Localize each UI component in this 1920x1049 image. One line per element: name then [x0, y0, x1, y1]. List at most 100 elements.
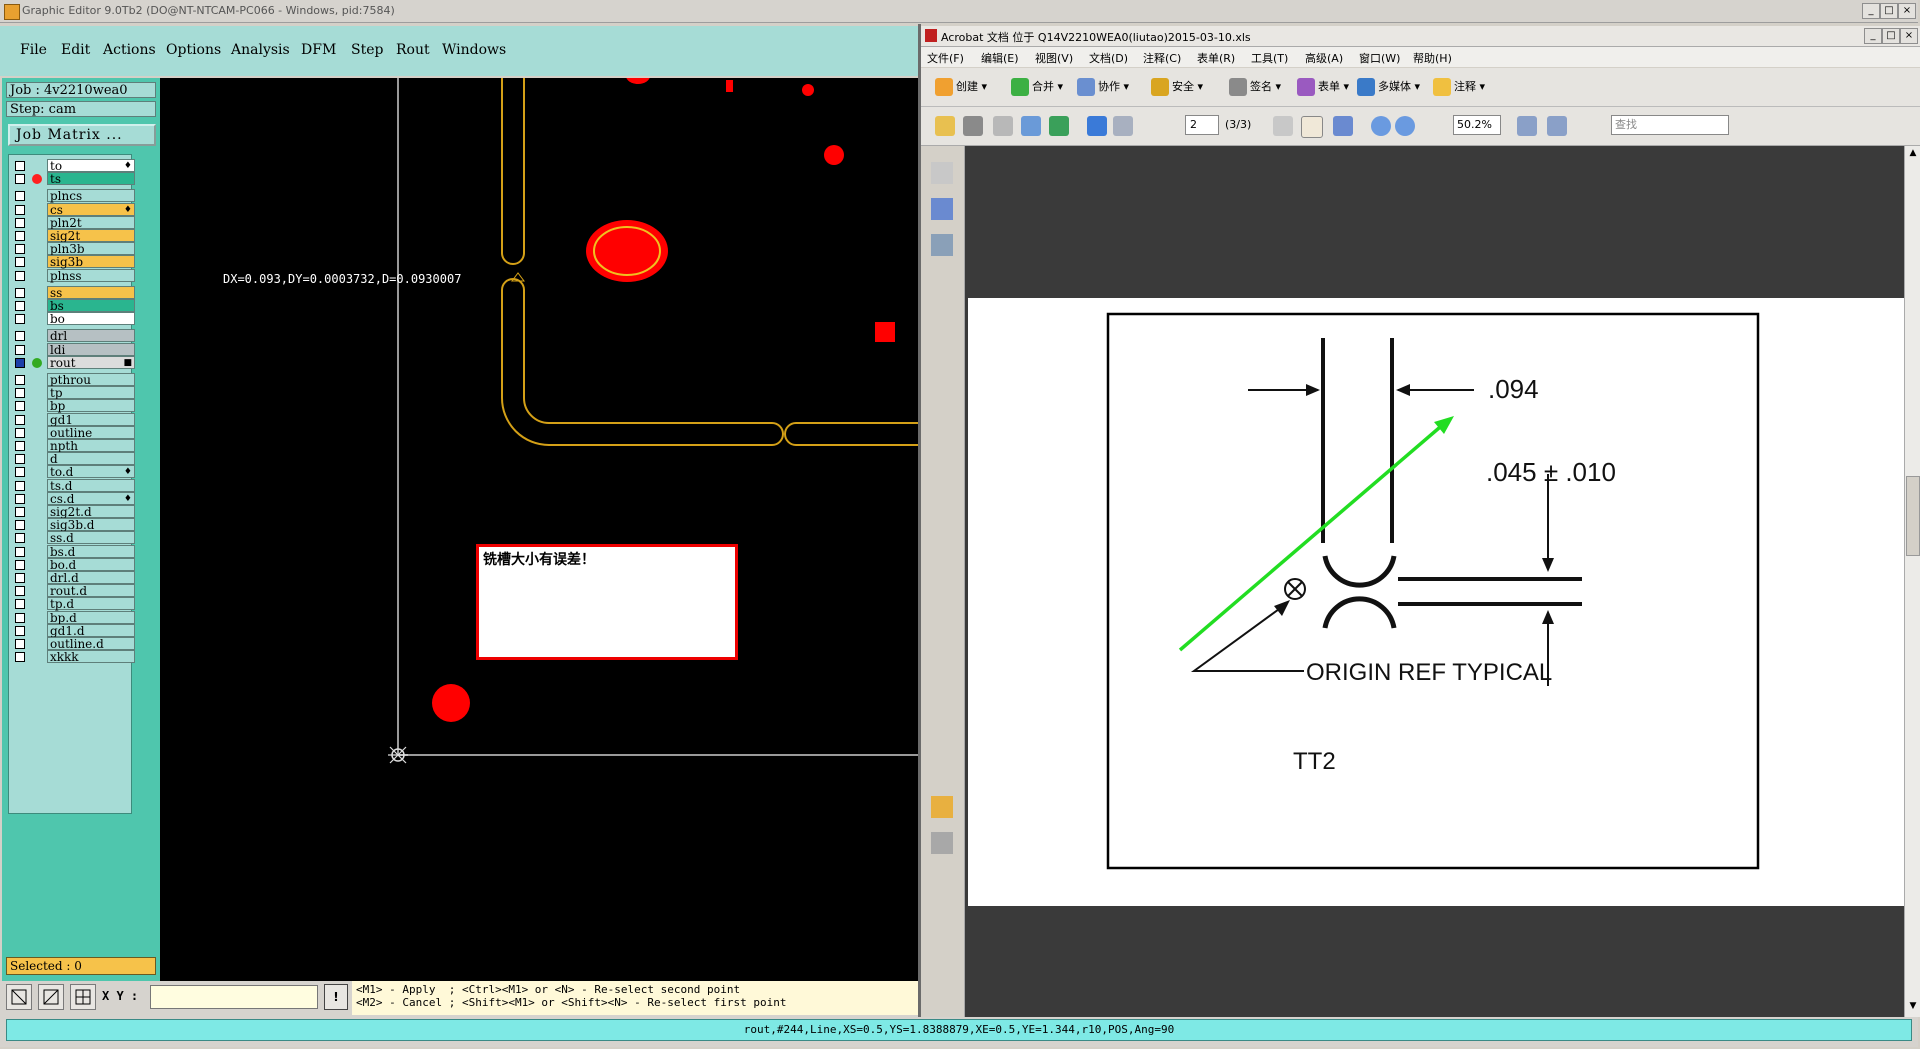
layer-checkbox[interactable] [15, 520, 25, 531]
hand-tool-icon[interactable] [1301, 116, 1323, 138]
acro-menu-file[interactable]: 文件(F) [927, 50, 964, 66]
maximize-icon[interactable]: □ [1880, 3, 1898, 19]
layer-checkbox[interactable] [15, 533, 25, 544]
layer-checkbox[interactable] [15, 480, 25, 491]
layer-row-rout[interactable]: rout ■ [11, 355, 137, 370]
cad-canvas[interactable]: DX=0.093,DY=0.0003732,D=0.0930007 铣槽大小有误… [160, 78, 918, 981]
pages-panel-icon[interactable] [931, 162, 953, 184]
job-matrix-button[interactable]: Job Matrix ... [8, 124, 156, 146]
layer-name[interactable]: ss.d [47, 531, 135, 545]
layer-checkbox[interactable] [15, 559, 25, 570]
layer-checkbox[interactable] [15, 454, 25, 465]
layer-row-pthrou[interactable]: pthrou [11, 373, 137, 387]
layer-name[interactable]: bp [47, 399, 135, 413]
acro-menu-edit[interactable]: 编辑(E) [981, 50, 1019, 66]
layer-row-pln2t[interactable]: pln2t [11, 215, 137, 230]
pdf-vertical-scrollbar[interactable]: ▲ ▼ [1904, 146, 1920, 1017]
acro-menu-document[interactable]: 文档(D) [1089, 50, 1128, 66]
layer-name[interactable]: bp.d [47, 610, 135, 624]
layer-row-outline[interactable]: outline [11, 425, 137, 440]
menu-actions[interactable]: Actions [103, 42, 156, 58]
layer-row-ts[interactable]: ts [11, 172, 137, 186]
next-page-icon[interactable] [1113, 116, 1133, 136]
acro-menu-tools[interactable]: 工具(T) [1251, 50, 1288, 66]
menu-analysis[interactable]: Analysis [231, 42, 290, 58]
layer-name[interactable]: plncs [47, 189, 135, 203]
attachments-panel-icon[interactable] [931, 832, 953, 854]
layer-checkbox[interactable] [15, 586, 25, 597]
web-icon[interactable] [1049, 116, 1069, 136]
layer-checkbox[interactable] [15, 573, 25, 583]
collaborate-button[interactable]: 协作 ▾ [1077, 78, 1129, 96]
layer-row-bp[interactable]: bp [11, 399, 137, 413]
previous-page-icon[interactable] [1087, 116, 1107, 136]
acro-menu-comment[interactable]: 注释(C) [1143, 50, 1181, 66]
layer-name[interactable]: cs ♦ [47, 202, 135, 216]
layer-checkbox[interactable] [15, 625, 25, 636]
layer-row-sig2t-d[interactable]: sig2t.d [11, 505, 137, 519]
layer-checkbox[interactable] [15, 191, 25, 202]
layer-name[interactable]: rout.d [47, 584, 135, 598]
layer-row-bs[interactable]: bs [11, 299, 137, 313]
layer-checkbox[interactable] [15, 493, 25, 504]
layer-name[interactable]: pln2t [47, 215, 135, 229]
security-button[interactable]: 安全 ▾ [1151, 78, 1203, 96]
layer-name[interactable]: sig2t.d [47, 505, 135, 518]
layer-checkbox[interactable] [15, 639, 25, 649]
find-input[interactable]: 查找 [1611, 115, 1729, 135]
layer-name[interactable]: npth [47, 439, 135, 452]
layer-name[interactable]: sig3b.d [47, 518, 135, 532]
acrobat-close-icon[interactable]: × [1900, 28, 1918, 44]
email-icon[interactable] [1021, 116, 1041, 136]
pdf-viewport[interactable]: .094 .045 ± .010 ORIGIN REF TYPICAL TT2 [965, 146, 1904, 1017]
menu-edit[interactable]: Edit [61, 42, 90, 58]
layer-row-tp[interactable]: tp [11, 386, 137, 400]
acro-menu-forms[interactable]: 表单(R) [1197, 50, 1235, 66]
layer-name[interactable]: rout ■ [47, 355, 135, 369]
layer-row-bs-d[interactable]: bs.d [11, 544, 137, 559]
acro-menu-window[interactable]: 窗口(W) [1359, 50, 1400, 66]
layer-row-ts-d[interactable]: ts.d [11, 478, 137, 493]
layer-checkbox[interactable] [15, 357, 25, 368]
layer-row-bp-d[interactable]: bp.d [11, 610, 137, 625]
layer-checkbox[interactable] [15, 652, 25, 663]
acro-menu-view[interactable]: 视图(V) [1035, 50, 1073, 66]
acrobat-maximize-icon[interactable]: □ [1882, 28, 1900, 44]
minimize-icon[interactable]: _ [1862, 3, 1880, 19]
fit-page-icon[interactable] [1517, 116, 1537, 136]
menu-dfm[interactable]: DFM [301, 42, 336, 58]
layer-name[interactable]: bs [47, 299, 135, 312]
layer-name[interactable]: ss [47, 285, 135, 299]
layer-checkbox[interactable] [15, 257, 25, 268]
layer-name[interactable]: to ♦ [47, 159, 135, 172]
close-icon[interactable]: × [1898, 3, 1916, 19]
layer-name[interactable]: bo.d [47, 557, 135, 571]
layer-row-plncs[interactable]: plncs [11, 189, 137, 203]
zoom-out-icon[interactable] [1371, 116, 1391, 136]
layer-checkbox[interactable] [15, 401, 25, 412]
layer-checkbox[interactable] [15, 231, 25, 241]
layer-checkbox[interactable] [15, 161, 25, 171]
bookmarks-panel-icon[interactable] [931, 198, 953, 220]
layer-row-to-d[interactable]: to.d ♦ [11, 465, 137, 479]
measure-tool-icon[interactable] [38, 984, 64, 1010]
layer-checkbox[interactable] [15, 344, 25, 355]
combine-button[interactable]: 合并 ▾ [1011, 78, 1063, 96]
layer-name[interactable]: outline.d [47, 637, 135, 650]
layer-name[interactable]: bs.d [47, 544, 135, 558]
layer-row-ldi[interactable]: ldi [11, 342, 137, 357]
layer-name[interactable]: plnss [47, 268, 135, 282]
layer-row-rout-d[interactable]: rout.d [11, 584, 137, 598]
layer-row-d[interactable]: d [11, 452, 137, 466]
layer-checkbox[interactable] [15, 204, 25, 215]
layer-name[interactable]: ldi [47, 342, 135, 356]
select-tool-icon[interactable] [6, 984, 32, 1010]
layer-name[interactable]: to.d ♦ [47, 465, 135, 479]
fit-width-icon[interactable] [1547, 116, 1567, 136]
layer-name[interactable]: outline [47, 425, 135, 439]
layer-name[interactable]: gd1 [47, 412, 135, 426]
layer-name[interactable]: gd1.d [47, 623, 135, 637]
layer-name[interactable]: pln3b [47, 242, 135, 256]
layer-checkbox[interactable] [15, 301, 25, 311]
layer-name[interactable]: ts.d [47, 478, 135, 492]
